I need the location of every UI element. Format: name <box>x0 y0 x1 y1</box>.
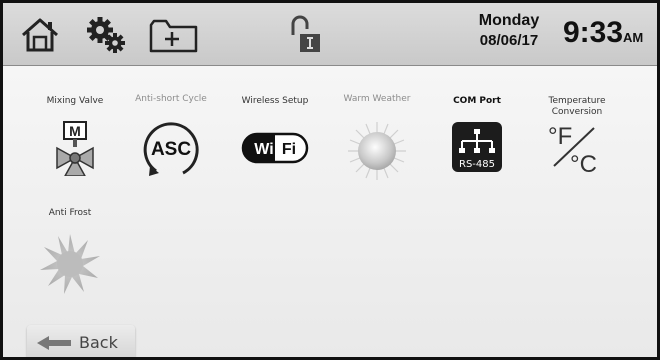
fahrenheit-text: °F <box>548 123 572 150</box>
temperature-conversion-icon: °F °C <box>548 123 597 176</box>
date-label: 08/06/17 <box>479 32 539 49</box>
back-label: Back <box>79 333 118 352</box>
anti-short-cycle-icon: ASC <box>143 122 199 176</box>
rs485-port-icon: RS-485 <box>452 122 502 172</box>
tile-warm-weather[interactable]: Warm Weather <box>327 94 427 180</box>
celsius-text: °C <box>570 151 597 176</box>
thermostat-screen: Monday 08/06/17 9:33AM Mixing Valve M An… <box>0 0 660 360</box>
day-label: Monday <box>478 12 540 29</box>
wifi-icon: Wi Fi <box>241 132 309 164</box>
back-button[interactable]: Back <box>27 325 135 357</box>
tile-com-port[interactable]: COM Port RS-485 <box>427 96 527 174</box>
settings-menu: Mixing Valve M Anti-short Cycle ASC Wire <box>3 66 657 357</box>
tile-label: COM Port <box>453 96 501 106</box>
ampm-label: AM <box>623 30 644 45</box>
tile-temperature-conversion[interactable]: Temperature Conversion °F °C <box>527 96 627 176</box>
frost-icon <box>40 234 100 294</box>
tile-mixing-valve[interactable]: Mixing Valve M <box>25 96 125 176</box>
asc-text: ASC <box>151 139 191 160</box>
tile-label: Anti Frost <box>48 208 92 218</box>
tile-label: Temperature Conversion <box>548 96 606 117</box>
time-value: 9:33 <box>563 16 624 49</box>
mixing-valve-icon: M <box>56 121 94 176</box>
rs485-text: RS-485 <box>459 159 495 170</box>
tile-label: Wireless Setup <box>241 96 309 106</box>
tile-label: Anti-short Cycle <box>135 94 207 104</box>
settings-gears-icon[interactable] <box>85 15 127 55</box>
sun-icon <box>348 122 406 180</box>
installer-lock-icon[interactable] <box>285 13 327 53</box>
tile-anti-frost[interactable]: Anti Frost <box>20 208 120 296</box>
wifi-text-a: Wi <box>254 141 273 158</box>
top-bar: Monday 08/06/17 9:33AM <box>3 3 657 66</box>
back-arrow-icon <box>37 336 71 350</box>
tile-label: Mixing Valve <box>46 96 104 106</box>
tile-anti-short-cycle[interactable]: Anti-short Cycle ASC <box>121 94 221 180</box>
valve-letter: M <box>69 123 81 139</box>
time-display[interactable]: 9:33AM <box>563 16 643 55</box>
tile-wireless-setup[interactable]: Wireless Setup Wi Fi <box>225 96 325 174</box>
wifi-text-b: Fi <box>282 141 296 158</box>
home-icon[interactable] <box>19 15 61 55</box>
tile-label: Warm Weather <box>343 94 411 104</box>
add-folder-icon[interactable] <box>148 15 198 55</box>
